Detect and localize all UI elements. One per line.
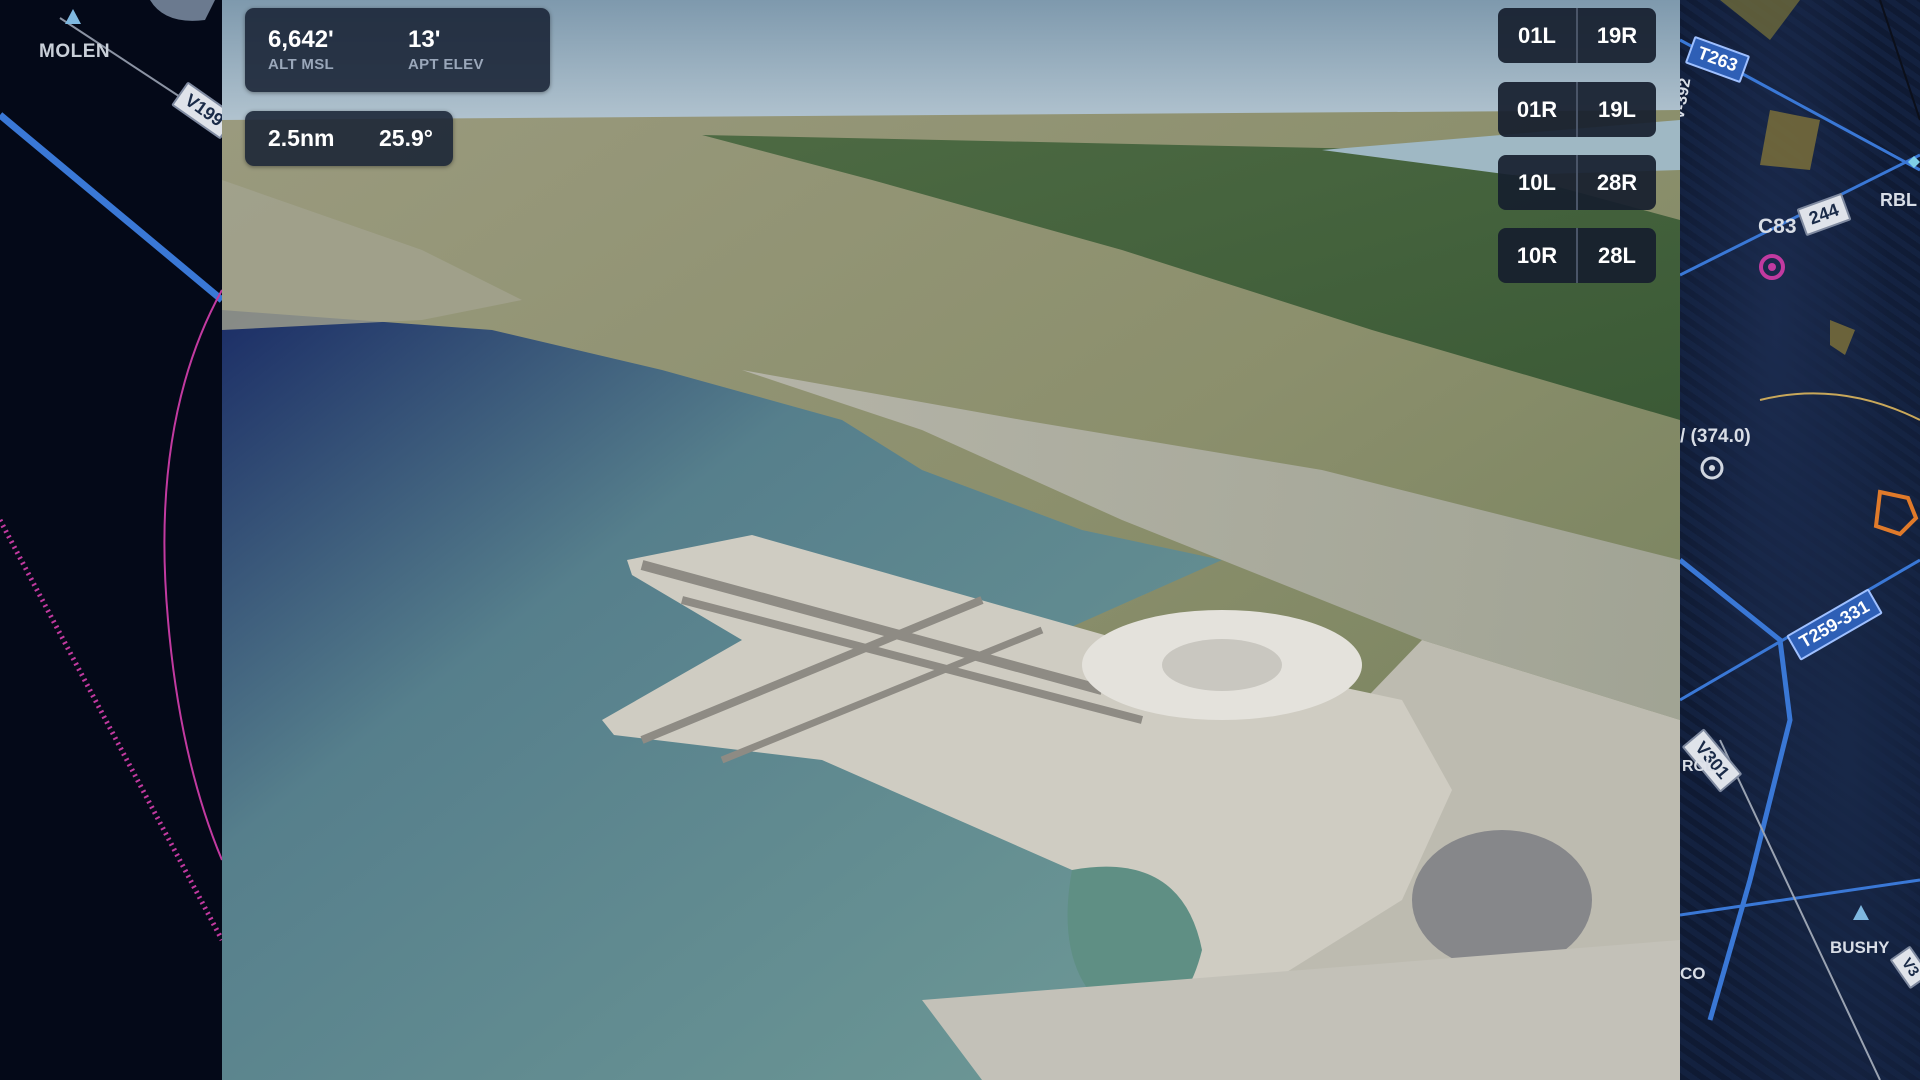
runway-pair-01l-19r: 01L 19R bbox=[1498, 8, 1656, 63]
molen-waypoint-icon bbox=[65, 9, 81, 24]
altitude-info-panel: 6,642' ALT MSL 13' APT ELEV bbox=[245, 8, 550, 92]
bushy-waypoint-icon bbox=[1853, 905, 1869, 920]
runway-pair-10l-28r: 10L 28R bbox=[1498, 155, 1656, 210]
terrain-shape bbox=[150, 0, 215, 21]
runway-button-19l[interactable]: 19L bbox=[1578, 82, 1656, 137]
terrain-patch bbox=[1830, 320, 1855, 355]
altitude-msl-label: ALT MSL bbox=[268, 56, 334, 73]
airport-elevation-label: APT ELEV bbox=[408, 56, 484, 73]
left-chart-panel[interactable]: MOLEN V199 bbox=[0, 0, 222, 1080]
right-chart-drawing bbox=[1680, 0, 1920, 1080]
terrain-patch bbox=[1760, 110, 1820, 170]
runway-button-19r[interactable]: 19R bbox=[1578, 8, 1656, 63]
rcl-label: RCL bbox=[1682, 758, 1715, 775]
airport-c83-icon-center bbox=[1768, 263, 1776, 271]
distance-value: 2.5nm bbox=[268, 125, 335, 151]
restricted-area-shape bbox=[1873, 489, 1919, 537]
runway-button-28r[interactable]: 28R bbox=[1578, 155, 1656, 210]
runway-button-28l[interactable]: 28L bbox=[1578, 228, 1656, 283]
boundary-line bbox=[1759, 392, 1920, 421]
runway-button-10l[interactable]: 10L bbox=[1498, 155, 1578, 210]
airway-blue-line bbox=[0, 112, 222, 303]
boundary-line bbox=[1879, 0, 1920, 121]
rbl-navaid-label: RBL bbox=[1880, 190, 1917, 210]
airport-c83-label: C83 bbox=[1758, 215, 1797, 238]
waypoint-molen-label: MOLEN bbox=[39, 41, 111, 62]
right-chart-panel[interactable]: T263 V-392 244 C83 RBL / (374.0) T259-33… bbox=[1680, 0, 1920, 1080]
terrain-patch bbox=[1720, 0, 1800, 40]
angle-value: 25.9° bbox=[379, 125, 433, 151]
airway-line-v301 bbox=[1680, 558, 1793, 1021]
co-label: CO bbox=[1680, 964, 1706, 983]
runway-pair-01r-19l: 01R 19L bbox=[1498, 82, 1656, 137]
altitude-msl-value: 6,642' bbox=[268, 26, 334, 53]
left-chart-drawing bbox=[0, 0, 222, 942]
magenta-dashed-boundary bbox=[0, 518, 222, 942]
rbl-navaid-icon bbox=[1908, 156, 1920, 168]
runway-button-01r[interactable]: 01R bbox=[1498, 82, 1578, 137]
navaid-frequency-label: / (374.0) bbox=[1680, 426, 1751, 447]
class-airspace-boundary bbox=[163, 289, 222, 861]
runway-pair-10r-28l: 10R 28L bbox=[1498, 228, 1656, 283]
runway-button-10r[interactable]: 10R bbox=[1498, 228, 1578, 283]
runway-button-01l[interactable]: 01L bbox=[1498, 8, 1578, 63]
distance-angle-panel: 2.5nm 25.9° bbox=[245, 111, 453, 166]
airport-elevation-value: 13' bbox=[408, 26, 441, 53]
waypoint-bushy-label: BUSHY bbox=[1830, 938, 1890, 957]
